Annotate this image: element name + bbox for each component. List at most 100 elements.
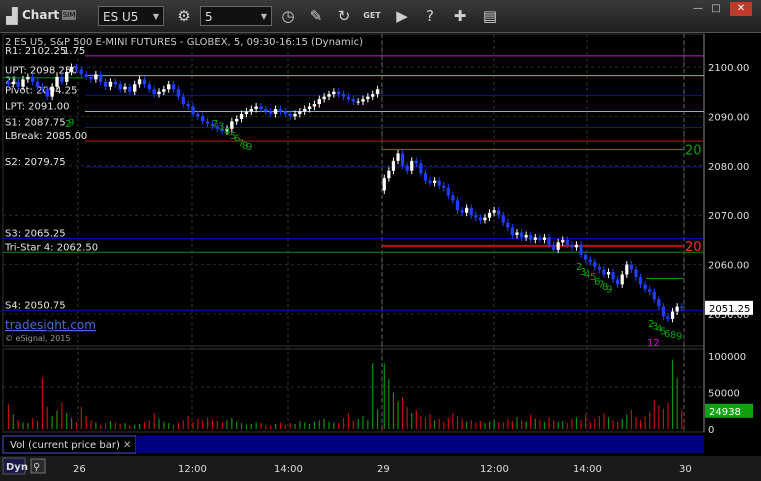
- candle: [79, 69, 83, 75]
- candle: [556, 242, 560, 250]
- maximize-button[interactable]: □: [708, 2, 724, 16]
- candle: [337, 91, 341, 95]
- time-tick-label: 26: [73, 464, 86, 475]
- candle: [405, 165, 409, 171]
- candle: [469, 207, 473, 216]
- candle: [460, 210, 464, 213]
- candle: [602, 269, 606, 275]
- candle: [142, 79, 147, 85]
- help-icon[interactable]: ?: [420, 6, 440, 26]
- candle: [433, 180, 437, 184]
- candle: [519, 232, 524, 238]
- price-tick-label: 2060.00: [708, 261, 749, 272]
- candle: [60, 76, 64, 82]
- candle: [99, 74, 103, 82]
- candle: [465, 207, 469, 213]
- close-study-icon[interactable]: ✕: [123, 440, 131, 451]
- candle: [542, 237, 547, 240]
- candle: [235, 118, 239, 122]
- candle: [675, 306, 679, 312]
- level-label: LBreak: 2085.00: [5, 131, 87, 142]
- candle: [620, 274, 624, 285]
- candle: [446, 188, 450, 196]
- candle: [437, 180, 441, 186]
- candle: [123, 86, 127, 90]
- candle: [657, 299, 661, 307]
- candle: [579, 244, 583, 255]
- time-tick-label: 14:00: [573, 464, 602, 475]
- price-tick-label: 2080.00: [708, 162, 749, 173]
- candle: [312, 104, 317, 107]
- candle: [524, 234, 528, 238]
- candle: [249, 108, 253, 112]
- candle: [273, 108, 278, 114]
- clock-icon[interactable]: ◷: [278, 6, 298, 26]
- note-icon[interactable]: ▤: [480, 6, 500, 26]
- gear-icon[interactable]: ⚙: [174, 6, 194, 26]
- candle: [625, 264, 629, 275]
- close-button[interactable]: ✕: [730, 2, 752, 16]
- candle: [574, 244, 579, 248]
- candle: [196, 113, 200, 117]
- tag-icon[interactable]: ✚: [450, 6, 470, 26]
- candle: [455, 200, 460, 211]
- candle: [239, 113, 244, 119]
- candle: [191, 106, 195, 114]
- candle: [361, 99, 365, 102]
- chart-title: ES U5, S&P 500 E-MINI FUTURES - GLOBEX, …: [14, 37, 363, 48]
- candle: [375, 89, 380, 95]
- volume-tick-label: 100000: [708, 352, 746, 363]
- play-icon[interactable]: ▶: [392, 6, 412, 26]
- candle: [152, 89, 156, 95]
- candle: [510, 227, 515, 235]
- minimize-button[interactable]: —: [690, 2, 706, 16]
- copyright: © eSignal, 2015: [5, 334, 70, 343]
- candle: [259, 106, 263, 109]
- time-tick-label: 12:00: [480, 464, 509, 475]
- candle: [565, 239, 569, 245]
- window-title: Chart: [22, 8, 60, 22]
- candle: [317, 99, 321, 105]
- candle: [133, 84, 137, 92]
- candle: [171, 84, 176, 90]
- candle: [451, 195, 455, 201]
- candle: [382, 178, 386, 191]
- candle: [162, 89, 166, 92]
- candle: [597, 267, 601, 270]
- candle: [113, 81, 117, 85]
- candle: [506, 222, 510, 228]
- candle: [307, 106, 312, 109]
- candle: [661, 306, 666, 317]
- candle: [157, 91, 161, 95]
- pencil-icon[interactable]: ✎: [306, 6, 326, 26]
- candle: [40, 86, 45, 90]
- candle: [181, 96, 185, 105]
- setup-count: 9: [246, 142, 252, 153]
- candle: [400, 153, 405, 166]
- refresh-icon[interactable]: ↻: [334, 6, 354, 26]
- time-tick-label: 29: [377, 464, 390, 475]
- candle: [611, 272, 615, 280]
- get-icon[interactable]: GET: [362, 6, 382, 26]
- interval-field[interactable]: 5 ▼: [200, 6, 272, 26]
- candle: [65, 71, 69, 82]
- price-tick-label: 2070.00: [708, 211, 749, 222]
- current-price-label: 2051.25: [709, 304, 750, 315]
- candle: [167, 84, 171, 90]
- candle: [94, 74, 98, 80]
- chart-canvas[interactable]: Vol (current price bar) ✕ Dyn ⚲ R1: 2102…: [0, 32, 761, 481]
- candle: [332, 91, 336, 95]
- price-axis: [704, 34, 756, 432]
- candle: [269, 111, 273, 114]
- chevron-down-icon[interactable]: ▼: [261, 7, 267, 27]
- symbol-field[interactable]: ES U5 ▼: [98, 6, 164, 26]
- level-label: S3: 2065.25: [5, 229, 66, 240]
- candle: [84, 74, 88, 77]
- chevron-down-icon[interactable]: ▼: [153, 7, 159, 27]
- candle: [230, 121, 234, 129]
- candle: [6, 81, 11, 85]
- candle: [478, 217, 482, 221]
- candle: [55, 76, 59, 87]
- time-tick-label: 30: [679, 464, 692, 475]
- setup-count: 9: [606, 284, 612, 295]
